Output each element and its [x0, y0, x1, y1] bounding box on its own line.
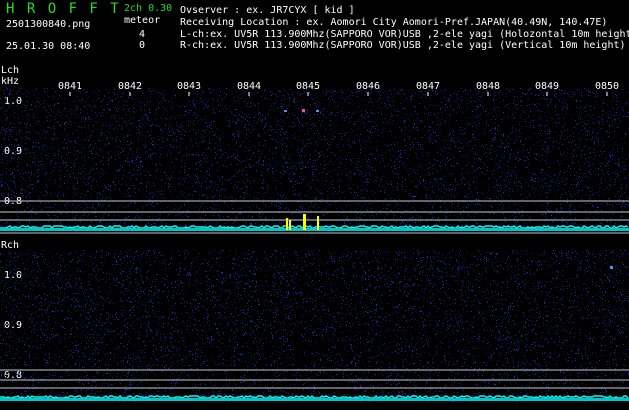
meteor-echo: [317, 216, 319, 230]
carrier-dot: [316, 110, 319, 112]
meteor-echo: [303, 214, 306, 230]
carrier-dot: [284, 110, 287, 112]
carrier-dot: [302, 109, 305, 112]
carrier-dot: [610, 266, 613, 269]
spectrogram-display: [0, 88, 629, 402]
rch-baseline: [0, 394, 629, 401]
lch-spectrogram-noise: [0, 88, 629, 232]
meteor-echo: [289, 220, 291, 230]
meteor-echo: [286, 218, 288, 230]
lch-baseline: [0, 224, 629, 231]
time-tick-marks: [69, 92, 608, 96]
rch-spectrogram-noise: [0, 250, 629, 402]
